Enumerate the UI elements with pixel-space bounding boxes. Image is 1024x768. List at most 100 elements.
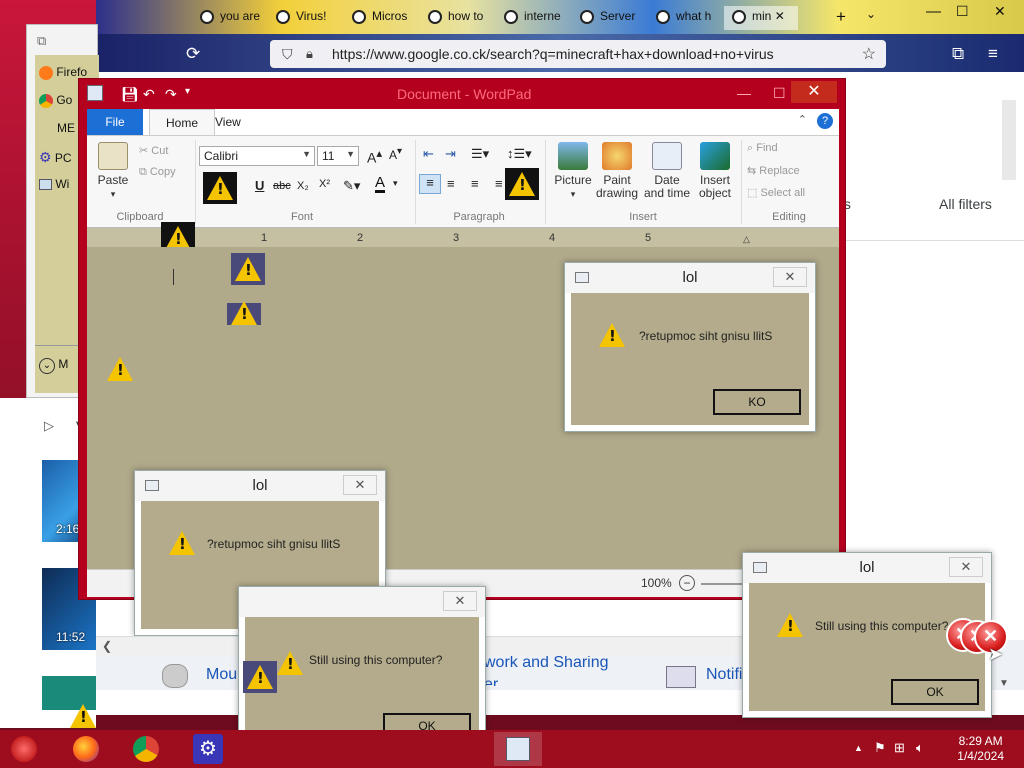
- strikethrough-button[interactable]: abc: [273, 180, 291, 192]
- help-icon[interactable]: ?: [817, 113, 833, 129]
- browser-tab[interactable]: Server: [572, 6, 648, 30]
- close-tab-icon[interactable]: ✕: [775, 9, 785, 23]
- dialog-close-button[interactable]: ✕: [443, 591, 477, 611]
- text-color-icon[interactable]: A: [375, 175, 386, 193]
- mouse-link[interactable]: Mou: [206, 666, 237, 684]
- bookmark-star-icon[interactable]: ☆: [862, 44, 876, 64]
- cut-button[interactable]: ✂ Cut: [139, 144, 168, 157]
- font-family-select[interactable]: Calibri ▼: [199, 146, 315, 166]
- taskbar-wordpad[interactable]: [494, 732, 542, 766]
- dialog-ok-button[interactable]: OK: [891, 679, 979, 705]
- notifications-link[interactable]: Notifi: [706, 666, 742, 684]
- font-size-select[interactable]: 11 ▼: [317, 146, 359, 166]
- decrease-indent-icon[interactable]: ⇤: [423, 146, 434, 162]
- bullet-list-icon[interactable]: ☰▾: [471, 146, 489, 162]
- all-filters-button[interactable]: All filters: [939, 196, 992, 212]
- sidepanel-item-pc[interactable]: ⚙ PC: [39, 149, 72, 166]
- browser-tab[interactable]: Virus!: [268, 6, 342, 30]
- grow-font-icon[interactable]: A▴: [367, 146, 382, 166]
- line-spacing-icon[interactable]: ↕☰▾: [507, 146, 532, 162]
- dialog-ko-button[interactable]: KO: [713, 389, 801, 415]
- taskbar-item[interactable]: [244, 732, 292, 766]
- menu-icon[interactable]: ≡: [988, 44, 998, 64]
- file-menu[interactable]: File: [87, 109, 143, 135]
- subscript-button[interactable]: X₂: [297, 180, 309, 192]
- wordpad-titlebar[interactable]: 💾︎ ↶ ↷ ▾ Document - WordPad — ☐ ✕: [79, 79, 845, 109]
- taskbar-item[interactable]: [424, 732, 472, 766]
- volume-icon[interactable]: 🔈︎: [916, 740, 924, 756]
- taskbar-item[interactable]: [364, 732, 412, 766]
- align-left-icon[interactable]: ≡: [419, 174, 441, 194]
- network-sharing-link-line2[interactable]: er: [484, 676, 498, 686]
- browser-tab[interactable]: interne: [496, 6, 572, 30]
- new-tab-icon[interactable]: +: [836, 7, 846, 27]
- shrink-font-icon[interactable]: A▾: [389, 146, 402, 162]
- taskbar-chrome[interactable]: [122, 732, 170, 766]
- close-window-icon[interactable]: ✕: [994, 3, 1006, 20]
- browser-tab[interactable]: how to: [420, 6, 496, 30]
- insert-picture-button[interactable]: Picture ▾: [551, 142, 595, 201]
- browser-tab[interactable]: what h: [648, 6, 724, 30]
- reload-icon[interactable]: ⟳: [186, 44, 200, 64]
- show-hidden-icons[interactable]: ▲: [854, 743, 863, 753]
- save-icon[interactable]: 💾︎: [121, 86, 139, 103]
- dialog-close-button[interactable]: ✕: [773, 267, 807, 287]
- redo-icon[interactable]: ↷: [165, 86, 177, 103]
- increase-indent-icon[interactable]: ⇥: [445, 146, 456, 162]
- ruler[interactable]: 1 2 3 4 5 △: [87, 222, 839, 254]
- sidepanel-item-google[interactable]: Go: [39, 93, 72, 108]
- insert-object-button[interactable]: Insert object: [693, 142, 737, 200]
- scroll-down-icon[interactable]: ▼: [999, 678, 1009, 689]
- sidepanel-item-wi[interactable]: Wi: [39, 177, 69, 191]
- scrollbar-track[interactable]: [1002, 100, 1016, 180]
- flag-icon[interactable]: ⚑: [874, 740, 886, 756]
- tab-view[interactable]: View: [215, 115, 241, 129]
- scissors-icon: ✂: [139, 145, 149, 157]
- replace-button[interactable]: ⇆ Replace: [747, 164, 800, 177]
- find-button[interactable]: ⌕ Find: [747, 142, 778, 155]
- taskbar-item[interactable]: [304, 732, 352, 766]
- undo-icon[interactable]: ↶: [143, 86, 155, 103]
- align-center-icon[interactable]: ≡: [447, 176, 455, 191]
- collapse-ribbon-icon[interactable]: ⌃: [798, 113, 807, 126]
- browser-tab[interactable]: you are: [192, 6, 266, 30]
- justify-icon[interactable]: ≡: [495, 176, 503, 191]
- extensions-icon[interactable]: ⧉: [952, 44, 964, 64]
- taskbar-settings[interactable]: ⚙: [184, 732, 232, 766]
- tab-list-icon[interactable]: ⌄: [866, 7, 876, 21]
- paste-button[interactable]: Paste ▾: [93, 142, 133, 201]
- close-window-button[interactable]: ✕: [791, 81, 837, 103]
- replace-icon: ⇆: [747, 165, 757, 177]
- customize-toolbar-icon[interactable]: ▾: [185, 86, 190, 97]
- copy-button[interactable]: ⧉ Copy: [139, 166, 176, 179]
- paint-drawing-button[interactable]: Paint drawing: [595, 142, 639, 200]
- dialog-close-button[interactable]: ✕: [343, 475, 377, 495]
- minimize-icon[interactable]: —: [737, 85, 751, 101]
- url-bar[interactable]: ⛉ 🔒︎ https://www.google.co.ck/search?q=m…: [270, 40, 886, 68]
- date-time-button[interactable]: Date and time: [643, 142, 691, 200]
- network-icon[interactable]: ⊞: [894, 740, 905, 756]
- highlight-icon[interactable]: ✎▾: [343, 178, 360, 194]
- dialog-close-button[interactable]: ✕: [949, 557, 983, 577]
- browser-tab[interactable]: Micros: [344, 6, 420, 30]
- zoom-out-icon[interactable]: −: [679, 575, 695, 591]
- select-all-button[interactable]: ⬚ Select all: [747, 186, 805, 199]
- network-sharing-link[interactable]: work and Sharing: [484, 654, 609, 672]
- tab-home[interactable]: Home: [149, 109, 215, 136]
- maximize-icon[interactable]: ☐: [956, 3, 969, 20]
- browser-tab-active[interactable]: min ✕: [724, 6, 798, 30]
- minimize-icon[interactable]: —: [926, 3, 941, 20]
- shield-icon: ⛉: [282, 46, 293, 62]
- align-right-icon[interactable]: ≡: [471, 176, 479, 191]
- start-button[interactable]: [0, 732, 48, 766]
- right-indent-marker[interactable]: △: [743, 234, 750, 245]
- chevron-left-icon[interactable]: ❮: [102, 639, 112, 653]
- sidepanel-item-me[interactable]: ME: [57, 121, 75, 135]
- taskbar-firefox[interactable]: [62, 732, 110, 766]
- superscript-button[interactable]: X²: [319, 178, 330, 190]
- underline-button[interactable]: U: [255, 178, 264, 193]
- maximize-icon[interactable]: ☐: [773, 85, 786, 102]
- sidepanel-more[interactable]: ⌄ M: [39, 357, 68, 374]
- chevron-down-icon[interactable]: ▾: [393, 178, 398, 189]
- clock[interactable]: 8:29 AM 1/4/2024: [957, 734, 1004, 764]
